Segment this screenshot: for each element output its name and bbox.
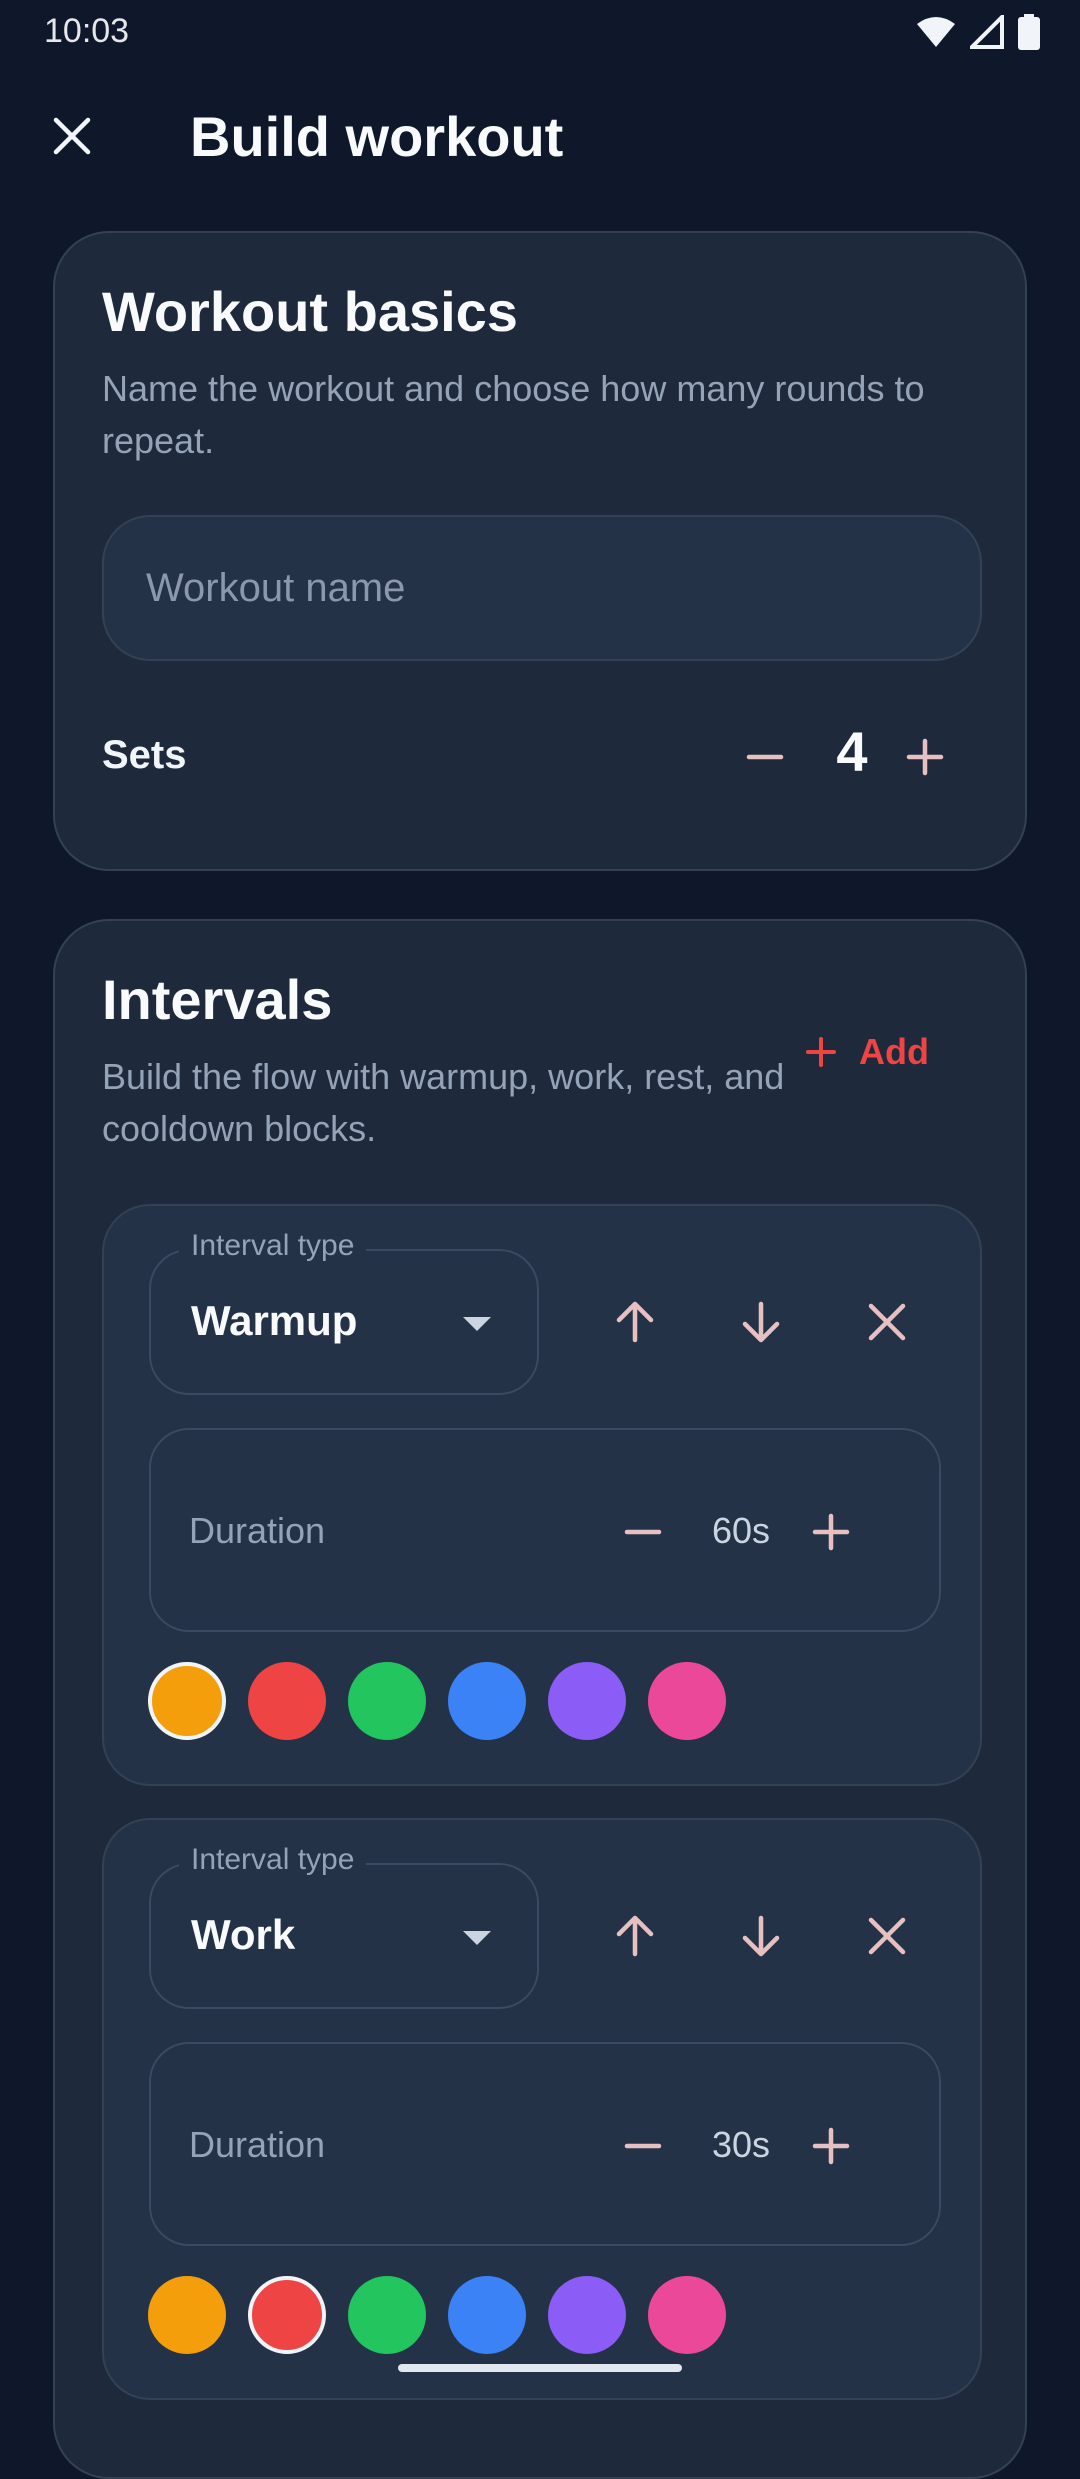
minus-icon [624,2143,662,2149]
status-icons [916,14,1040,50]
close-button[interactable] [40,104,104,168]
intervals-title: Intervals [102,968,333,1031]
interval-type-legend: Interval type [179,1229,367,1263]
workout-name-input[interactable] [102,515,982,661]
sets-value: 4 [836,720,868,783]
color-swatch-purple[interactable] [548,1662,626,1740]
remove-interval-button[interactable] [847,1282,927,1362]
wifi-icon [917,17,955,47]
duration-value: 60s [711,1510,771,1551]
color-swatch-pink[interactable] [648,2276,726,2354]
plus-icon [812,2127,850,2165]
dropdown-caret-icon [463,1317,491,1331]
color-swatch-red[interactable] [248,2276,326,2354]
sets-decrement-button[interactable] [733,725,797,789]
move-down-button[interactable] [721,1896,801,1976]
plus-icon [812,1513,850,1551]
interval-type-select[interactable]: Interval type Work [149,1843,539,2009]
basics-title: Workout basics [102,280,518,343]
color-swatch-orange[interactable] [148,1662,226,1740]
remove-interval-button[interactable] [847,1896,927,1976]
close-icon [868,1303,906,1341]
add-label: Add [859,1031,929,1072]
duration-decrement-button[interactable] [611,1500,675,1564]
arrow-down-icon [742,1301,780,1343]
duration-control: Duration 60s [149,1428,941,1632]
interval-type-select[interactable]: Interval type Warmup [149,1229,539,1395]
interval-card: Interval type Warmup Duration 60s [102,1204,982,1786]
plus-icon [906,738,944,776]
workout-basics-card: Workout basics Name the workout and choo… [53,231,1027,871]
interval-type-value: Warmup [191,1297,358,1344]
status-time: 10:03 [44,12,130,50]
duration-control: Duration 30s [149,2042,941,2246]
color-swatch-red[interactable] [248,1662,326,1740]
color-swatch-green[interactable] [348,2276,426,2354]
basics-subtitle: Name the workout and choose how many rou… [102,368,925,461]
minus-icon [624,1529,662,1535]
color-swatch-orange[interactable] [148,2276,226,2354]
duration-increment-button[interactable] [799,1500,863,1564]
interval-type-legend: Interval type [179,1843,367,1877]
arrow-down-icon [742,1915,780,1957]
color-swatches [148,1662,726,1740]
close-icon [53,117,91,155]
color-swatches [148,2276,726,2354]
duration-label: Duration [189,1510,326,1551]
arrow-up-icon [616,1301,654,1343]
battery-icon [1018,14,1040,50]
interval-type-value: Work [191,1911,296,1958]
intervals-card: Intervals Build the flow with warmup, wo… [53,919,1027,2479]
move-up-button[interactable] [595,1282,675,1362]
color-swatch-green[interactable] [348,1662,426,1740]
color-swatch-purple[interactable] [548,2276,626,2354]
duration-decrement-button[interactable] [611,2114,675,2178]
dropdown-caret-icon [463,1931,491,1945]
plus-icon [806,1037,836,1067]
sets-increment-button[interactable] [893,725,957,789]
duration-value: 30s [711,2124,771,2165]
color-swatch-blue[interactable] [448,2276,526,2354]
move-down-button[interactable] [721,1282,801,1362]
arrow-up-icon [616,1915,654,1957]
close-icon [868,1917,906,1955]
duration-increment-button[interactable] [799,2114,863,2178]
minus-icon [746,754,784,760]
move-up-button[interactable] [595,1896,675,1976]
signal-icon [970,15,1004,49]
home-indicator[interactable] [398,2364,682,2372]
color-swatch-blue[interactable] [448,1662,526,1740]
duration-label: Duration [189,2124,326,2165]
add-interval-button[interactable]: Add [805,1031,929,1073]
color-swatch-pink[interactable] [648,1662,726,1740]
interval-card: Interval type Work Duration 30s [102,1818,982,2400]
sets-label: Sets [102,733,187,777]
intervals-subtitle: Build the flow with warmup, work, rest, … [102,1056,785,1149]
page-title: Build workout [190,105,564,168]
